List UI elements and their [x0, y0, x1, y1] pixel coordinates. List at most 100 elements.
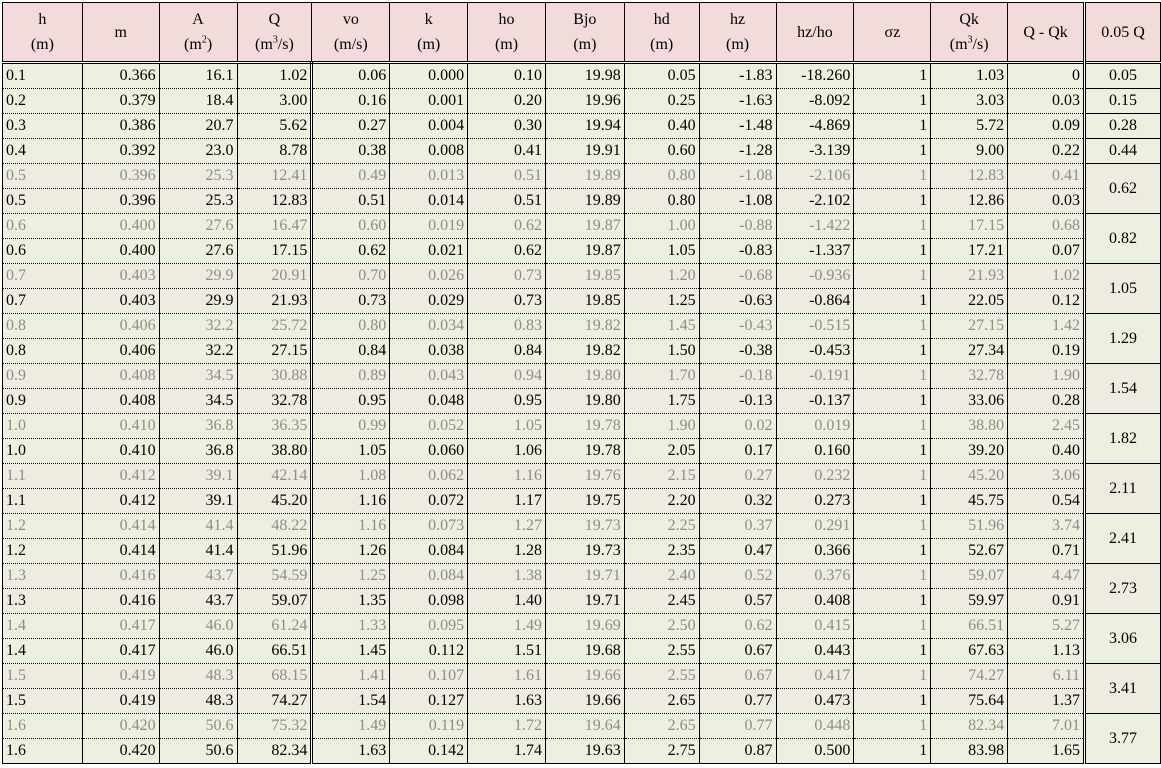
header-row: h (m) m A (m2) Q (m3/s) vo (m/s) k (m) ho (m) Bjo (m) h…	[2, 2, 1161, 63]
table-cell: 12.41	[236, 163, 314, 189]
table-cell: 51.96	[930, 513, 1009, 539]
table-cell: 5.62	[236, 113, 314, 139]
table-cell: 1.33	[311, 613, 391, 639]
table-cell: 19.63	[544, 738, 625, 764]
table-cell: 1	[853, 338, 932, 364]
table-cell: 0.038	[389, 338, 469, 364]
table-cell: 42.14	[236, 463, 314, 489]
table-cell: 1.08	[311, 463, 391, 489]
table-cell: 0.40	[1007, 438, 1086, 464]
column-header-unit: (m)	[650, 36, 674, 53]
column-header: 0.05 Q	[1083, 2, 1161, 63]
table-cell: 19.80	[544, 363, 625, 389]
table-cell: 54.59	[236, 563, 314, 589]
column-header-unit: (m3/s)	[949, 34, 989, 53]
table-cell: 12.86	[930, 188, 1009, 214]
table-cell: 1	[853, 513, 932, 539]
table-cell: 22.05	[930, 288, 1009, 314]
table-cell: 1.65	[1007, 738, 1086, 764]
table-cell: 1.16	[311, 513, 391, 539]
table-cell: 0.419	[81, 663, 160, 689]
table-cell: 1.2	[2, 538, 83, 564]
table-cell: 1.6	[2, 713, 83, 739]
column-header-name: hd	[653, 11, 670, 28]
table-cell: 0.127	[389, 688, 469, 714]
table-row-trial: 0.7 0.403 29.9 20.91 0.70 0.026 0.73 19.85 1.20-…	[2, 263, 1161, 314]
table-cell: 0.014	[389, 188, 469, 214]
table-cell: 1.42	[1007, 313, 1086, 339]
table-row: 0.3 0.386 20.7 5.62 0.27 0.004 0.30 19.94 0.40 -1…	[2, 113, 1161, 139]
table-cell: 0.60	[311, 213, 391, 239]
table-cell: -1.48	[698, 113, 777, 139]
table-cell: 25.72	[236, 313, 314, 339]
table-cell: 0.4	[2, 138, 83, 164]
table-cell: 59.07	[236, 588, 314, 614]
column-header-unit: (m)	[494, 36, 519, 53]
table-cell: 38.80	[930, 413, 1009, 439]
table-row: 0.5 0.396 25.3 12.83 0.51 0.014 0.51 19.89 0.80-…	[2, 188, 1161, 214]
five-percent-q-cell: 2.41	[1083, 513, 1161, 564]
table-cell: 19.87	[544, 238, 625, 264]
table-cell: 1.02	[1007, 263, 1086, 289]
table-cell: 0.9	[2, 363, 83, 389]
table-cell: 0.043	[389, 363, 469, 389]
table-cell: 0.77	[698, 713, 777, 739]
table-cell: 1	[853, 388, 932, 414]
table-cell: 1.61	[467, 663, 546, 689]
table-cell: 36.8	[158, 438, 238, 464]
table-cell: 1.05	[467, 413, 546, 439]
five-percent-q-cell: 2.73	[1083, 563, 1161, 614]
table-cell: 0.095	[389, 613, 469, 639]
table-cell: 1	[853, 688, 932, 714]
table-cell: 0.443	[775, 638, 855, 664]
five-percent-q-cell: 0.82	[1083, 213, 1161, 264]
five-percent-q-cell: 0.15	[1083, 88, 1161, 114]
table-cell: 1	[853, 538, 932, 564]
table-cell: 0.27	[698, 463, 777, 489]
table-cell: 2.25	[623, 513, 700, 539]
table-cell: 1	[853, 113, 932, 139]
table-cell: 12.83	[236, 188, 314, 214]
table-cell: 33.06	[930, 388, 1009, 414]
column-header-name: ho	[498, 11, 515, 28]
table-cell: 1.17	[467, 488, 546, 514]
table-cell: 0.51	[467, 188, 546, 214]
table-cell: 1	[853, 713, 932, 739]
table-cell: 1.2	[2, 513, 83, 539]
table-cell: -1.422	[775, 213, 855, 239]
table-cell: 74.27	[236, 688, 314, 714]
table-cell: 0.412	[81, 463, 160, 489]
column-header: A (m2)	[158, 2, 238, 63]
table-cell: 1.28	[467, 538, 546, 564]
table-cell: 0.40	[623, 113, 700, 139]
table-cell: 21.93	[236, 288, 314, 314]
table-cell: 0.414	[81, 513, 160, 539]
table-cell: 19.76	[544, 463, 625, 489]
table-cell: 0.30	[467, 113, 546, 139]
table-cell: 1.3	[2, 588, 83, 614]
table-cell: 1	[853, 88, 932, 114]
table-cell: 1.63	[311, 738, 391, 764]
table-cell: 0.416	[81, 588, 160, 614]
table-cell: 41.4	[158, 513, 238, 539]
table-cell: -0.38	[698, 338, 777, 364]
table-cell: -1.28	[698, 138, 777, 164]
table-cell: 1	[853, 738, 932, 764]
table-cell: 0.021	[389, 238, 469, 264]
table-cell: 0.47	[698, 538, 777, 564]
table-cell: 1.5	[2, 688, 83, 714]
table-cell: 0.67	[698, 638, 777, 664]
table-cell: 75.64	[930, 688, 1009, 714]
table-cell: 67.63	[930, 638, 1009, 664]
table-cell: -0.88	[698, 213, 777, 239]
table-cell: 32.78	[236, 388, 314, 414]
table-cell: 39.1	[158, 463, 238, 489]
five-percent-q-cell: 0.44	[1083, 138, 1161, 164]
table-cell: 1.00	[623, 213, 700, 239]
table-cell: 1	[853, 288, 932, 314]
table-cell: 0.142	[389, 738, 469, 764]
table-cell: 0.16	[311, 88, 391, 114]
table-cell: 2.45	[1007, 413, 1086, 439]
table-cell: 1	[853, 138, 932, 164]
column-header-name: m	[114, 23, 127, 41]
